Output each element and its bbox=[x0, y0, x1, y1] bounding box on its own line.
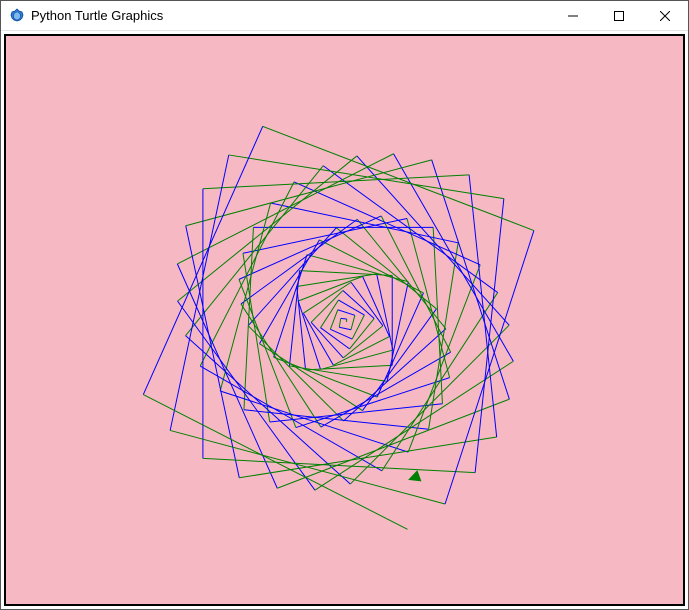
client-area bbox=[1, 31, 688, 609]
turtle-cursor bbox=[406, 470, 421, 485]
spiral-segment bbox=[178, 156, 357, 301]
spiral-segment bbox=[336, 228, 436, 309]
spiral-segment bbox=[178, 301, 315, 490]
spiral-segment bbox=[357, 156, 509, 325]
spiral-segment bbox=[330, 310, 337, 330]
spiral-segment bbox=[243, 218, 407, 253]
spiral-segment bbox=[220, 203, 270, 391]
spiral-segment bbox=[300, 271, 393, 276]
close-button[interactable] bbox=[642, 1, 688, 31]
spiral-segment bbox=[339, 318, 340, 327]
spiral-segment bbox=[303, 282, 351, 313]
spiral-segment bbox=[394, 154, 514, 361]
turtle-icon bbox=[9, 8, 25, 24]
spiral-segment bbox=[333, 337, 389, 366]
spiral-segment bbox=[351, 282, 383, 326]
spiral-segment bbox=[343, 290, 374, 318]
minimize-button[interactable] bbox=[550, 1, 596, 31]
turtle-canvas-frame bbox=[4, 34, 685, 606]
maximize-icon bbox=[614, 11, 624, 21]
spiral-segment bbox=[229, 155, 504, 199]
spiral-segment bbox=[341, 318, 347, 319]
spiral-segment bbox=[298, 276, 362, 301]
spiral-segment bbox=[203, 458, 475, 472]
spiral-segment bbox=[306, 365, 393, 370]
spiral-segment bbox=[315, 361, 513, 490]
spiral-segment bbox=[343, 326, 383, 358]
spiral-segment bbox=[143, 395, 407, 530]
spiral-segment bbox=[319, 240, 423, 293]
titlebar[interactable]: Python Turtle Graphics bbox=[1, 1, 688, 31]
window-title: Python Turtle Graphics bbox=[31, 8, 163, 23]
spiral-segment bbox=[244, 227, 253, 409]
spiral-segment bbox=[339, 300, 365, 315]
spiral-segment bbox=[339, 327, 351, 329]
turtle-canvas bbox=[6, 36, 683, 604]
maximize-button[interactable] bbox=[596, 1, 642, 31]
spiral-segment bbox=[289, 271, 299, 366]
spiral-segment bbox=[241, 219, 357, 304]
spiral-segment bbox=[260, 240, 320, 344]
minimize-icon bbox=[568, 11, 578, 21]
spiral-segment bbox=[303, 313, 333, 365]
spiral-segment bbox=[311, 322, 343, 358]
spiral-segment bbox=[351, 315, 355, 329]
spiral-segment bbox=[338, 310, 355, 316]
spiral-segment bbox=[445, 231, 534, 504]
spiral-segment bbox=[170, 430, 445, 504]
close-icon bbox=[660, 11, 670, 21]
spiral-segment bbox=[263, 126, 534, 230]
application-window: Python Turtle Graphics bbox=[0, 0, 689, 610]
spiral-segment bbox=[260, 344, 363, 411]
spiral-segment bbox=[350, 325, 509, 484]
